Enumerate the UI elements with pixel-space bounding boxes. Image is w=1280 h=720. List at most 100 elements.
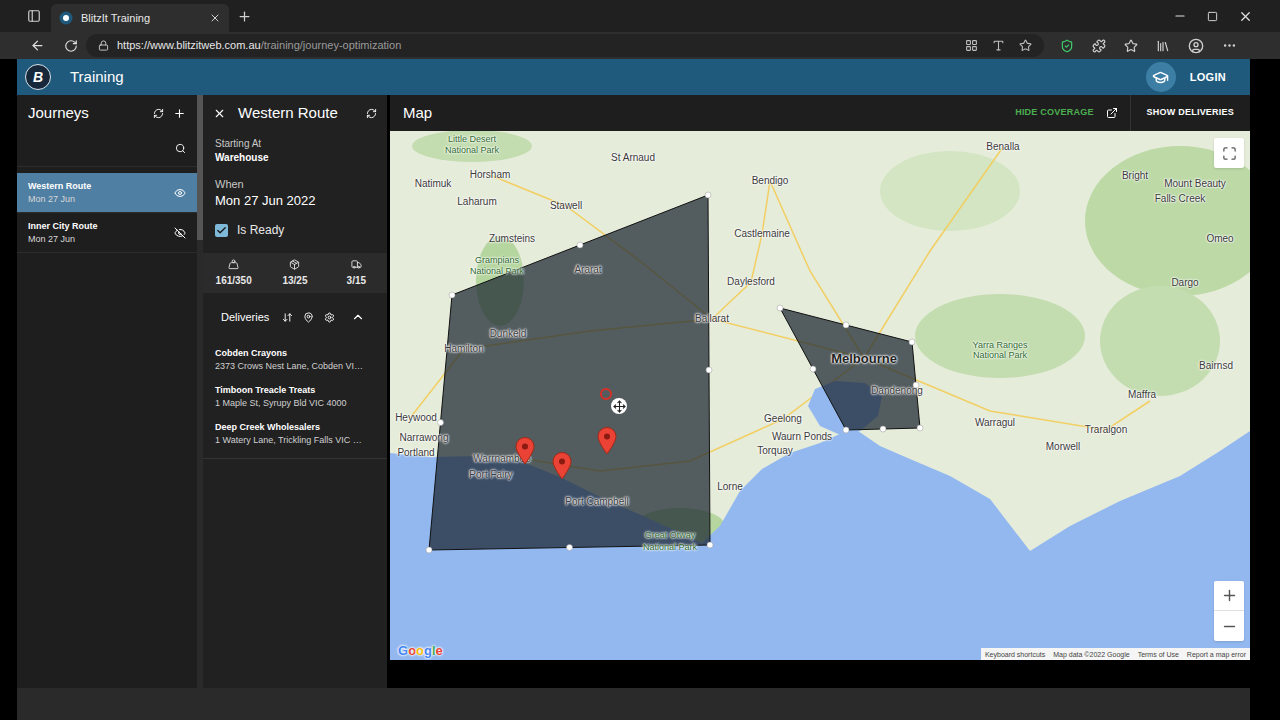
sort-icon[interactable] (282, 312, 293, 323)
eye-icon[interactable] (174, 187, 186, 199)
vertex-handle[interactable] (567, 545, 573, 551)
stat-value: 161/350 (216, 273, 252, 288)
sidebar-icon[interactable] (27, 9, 41, 23)
lock-icon (98, 40, 109, 51)
vertex-handle[interactable] (909, 339, 915, 345)
journey-item[interactable]: Inner City RouteMon 27 Jun (17, 213, 197, 253)
vehicles-icon (351, 259, 362, 270)
map-label: Torquay (757, 446, 793, 456)
show-deliveries-button[interactable]: SHOW DELIVERIES (1147, 106, 1234, 120)
address-bar-row: https://www.blitzitweb.com.au/training/j… (0, 32, 1280, 59)
fullscreen-button[interactable] (1214, 138, 1244, 168)
map-label: Port Campbell (565, 497, 628, 507)
vertex-handle[interactable] (843, 322, 849, 328)
pin-icon[interactable] (303, 312, 314, 323)
map-label: Lorne (717, 482, 743, 492)
attribution-link[interactable]: Report a map error (1187, 651, 1246, 658)
search-icon[interactable] (175, 143, 186, 154)
deliveries-title: Deliveries (221, 309, 269, 326)
map-pin-icon[interactable] (597, 427, 617, 455)
close-tab-icon[interactable] (209, 12, 221, 24)
browser-tab[interactable]: BlitzIt Training (51, 4, 229, 32)
map-label: Omeo (1206, 234, 1233, 244)
vertex-handle[interactable] (426, 547, 432, 553)
refresh-icon[interactable] (153, 108, 164, 119)
close-icon[interactable] (213, 107, 226, 120)
new-tab-icon[interactable] (237, 9, 252, 24)
vertex-handle[interactable] (449, 292, 455, 298)
vertex-handle[interactable] (843, 427, 849, 433)
web-page: BTrainingLOGINJourneysWestern RouteMon 2… (17, 59, 1250, 720)
back-icon[interactable] (30, 38, 45, 53)
refresh-icon[interactable] (64, 39, 78, 53)
map-label: Natimuk (415, 179, 452, 189)
attribution-link[interactable]: Terms of Use (1138, 651, 1179, 658)
vertex-handle[interactable] (705, 192, 711, 198)
minimize-icon[interactable] (1173, 9, 1187, 23)
address-field[interactable]: https://www.blitzitweb.com.au/training/j… (86, 34, 1044, 57)
map-label: Heywood (395, 413, 437, 423)
favorite-icon[interactable] (1019, 39, 1032, 52)
ready-checkbox-row[interactable]: Is Ready (215, 221, 375, 239)
journey-detail-panel: Western RouteStarting AtWarehouseWhenMon… (203, 95, 387, 688)
delivery-item[interactable]: Cobden Crayons2373 Crows Nest Lane, Cobd… (203, 341, 387, 378)
journey-search[interactable] (17, 131, 197, 167)
map-attribution: Keyboard shortcuts Map data ©2022 Google T… (981, 648, 1250, 660)
map-label: Geelong (764, 414, 802, 424)
apps-icon[interactable] (965, 39, 978, 52)
western-coverage-area[interactable] (426, 192, 713, 553)
extensions-icon[interactable] (1092, 39, 1106, 53)
map-label: Bright (1122, 171, 1148, 181)
collapse-icon[interactable] (351, 310, 365, 324)
vertex-handle[interactable] (707, 542, 713, 548)
journey-item[interactable]: Western RouteMon 27 Jun (17, 173, 197, 213)
map-pin-icon[interactable] (552, 452, 572, 480)
vertex-handle[interactable] (777, 305, 783, 311)
journeys-title: Journeys (28, 102, 89, 125)
login-button[interactable]: LOGIN (1190, 69, 1226, 86)
vertex-handle[interactable] (917, 425, 923, 431)
eye-off-icon[interactable] (174, 227, 186, 239)
map-pin-icon[interactable] (515, 437, 535, 465)
starting-value: Warehouse (215, 151, 375, 164)
map[interactable]: Little DesertNational ParkSt ArnaudBenal… (390, 131, 1250, 660)
zoom-in-icon (1221, 587, 1238, 604)
read-aloud-icon[interactable] (992, 39, 1005, 52)
attribution-link[interactable]: Keyboard shortcuts (985, 651, 1045, 658)
map-label: Yarra Ranges (973, 341, 1028, 350)
vertex-handle[interactable] (706, 367, 712, 373)
deliveries-header: Deliveries (203, 293, 387, 341)
favorites-icon[interactable] (1124, 39, 1138, 53)
journey-date: Mon 27 Jun (28, 193, 91, 206)
stat: 13/25 (264, 259, 325, 288)
map-label: Ararat (574, 265, 601, 275)
profile-icon[interactable] (1188, 38, 1204, 54)
settings-icon[interactable] (324, 312, 335, 323)
close-window-icon[interactable] (1238, 9, 1253, 24)
map-label: Zumsteins (489, 234, 535, 244)
map-label: National Park (643, 543, 697, 552)
zoom-in-button[interactable] (1214, 581, 1244, 611)
delivery-item[interactable]: Timboon Treacle Treats1 Maple St, Syrupy… (203, 378, 387, 415)
browser-tab-bar: BlitzIt Training (0, 0, 1280, 32)
map-label: National Park (470, 267, 524, 276)
zoom-out-button[interactable] (1214, 611, 1244, 641)
map-label: Morwell (1046, 442, 1080, 452)
add-icon[interactable] (173, 107, 186, 120)
delivery-item[interactable]: Deep Creek Wholesalers1 Watery Lane, Tri… (203, 415, 387, 452)
external-link-icon[interactable] (1106, 107, 1118, 119)
menu-icon[interactable] (1222, 38, 1237, 53)
attribution-link[interactable]: Map data ©2022 Google (1053, 651, 1129, 658)
map-label: Stawell (550, 201, 582, 211)
vertex-handle[interactable] (880, 426, 886, 432)
ready-checkbox[interactable] (215, 224, 228, 237)
map-label: Hamilton (444, 344, 483, 354)
refresh-icon[interactable] (366, 108, 377, 119)
hide-coverage-button[interactable]: HIDE COVERAGE (1015, 106, 1093, 120)
extension-icon[interactable] (1060, 39, 1074, 53)
collections-icon[interactable] (1156, 39, 1170, 53)
vertex-handle[interactable] (810, 366, 816, 372)
maximize-icon[interactable] (1207, 11, 1218, 22)
vertex-handle[interactable] (577, 242, 583, 248)
vertex-handle[interactable] (438, 420, 444, 426)
